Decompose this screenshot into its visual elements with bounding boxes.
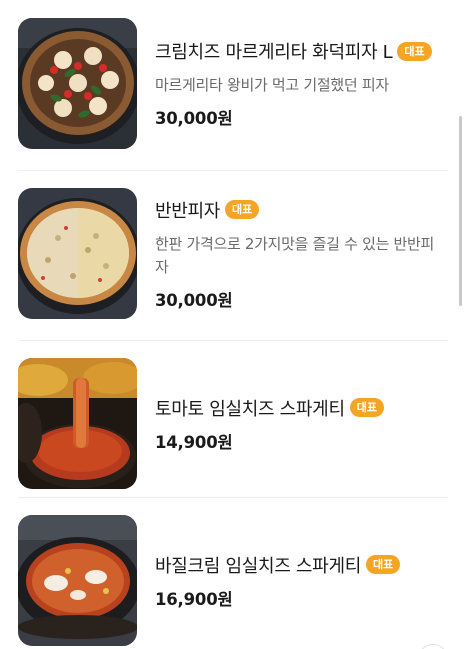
signature-badge: 대표 (397, 41, 432, 61)
menu-item-info: 토마토 임실치즈 스파게티 대표 14,900원 (155, 395, 445, 453)
menu-item-price: 14,900원 (155, 432, 233, 452)
divider (18, 170, 448, 171)
menu-item[interactable]: 반반피자 대표 한판 가격으로 2가지맛을 즐길 수 있는 반반피자 30,00… (0, 188, 466, 319)
menu-item-image (18, 515, 137, 646)
menu-item-name: 크림치즈 마르게리타 화덕피자 L (155, 42, 393, 63)
menu-item[interactable]: 크림치즈 마르게리타 화덕피자 L 대표 마르게리타 왕비가 먹고 기절했던 피… (0, 18, 466, 149)
menu-item-name: 반반피자 (155, 200, 221, 222)
menu-item-image (18, 188, 137, 319)
menu-item-name: 토마토 임실치즈 스파게티 (155, 398, 345, 420)
signature-badge: 대표 (365, 555, 401, 574)
menu-item-description: 마르게리타 왕비가 먹고 기절했던 피자 (155, 76, 389, 94)
menu-item-price: 30,000원 (155, 290, 233, 310)
menu-item-name-row: 크림치즈 마르게리타 화덕피자 L 대표 (155, 38, 445, 64)
menu-item-name-row: 토마토 임실치즈 스파게티 대표 (155, 395, 445, 421)
menu-item-info: 반반피자 대표 한판 가격으로 2가지맛을 즐길 수 있는 반반피자 30,00… (155, 197, 445, 311)
signature-badge: 대표 (349, 398, 384, 417)
menu-item-name-row: 바질크림 임실치즈 스파게티 대표 (155, 552, 445, 578)
menu-item-price: 16,900원 (155, 589, 233, 609)
menu-item-price: 30,000원 (155, 109, 233, 128)
menu-item-name: 바질크림 임실치즈 스파게티 (155, 555, 361, 577)
menu-item-image (18, 18, 137, 149)
divider (18, 497, 448, 498)
menu-item-info: 바질크림 임실치즈 스파게티 대표 16,900원 (155, 552, 445, 610)
menu-item-name-row: 반반피자 대표 (155, 197, 445, 223)
menu-item-description: 한판 가격으로 2가지맛을 즐길 수 있는 반반피자 (155, 234, 435, 276)
signature-badge: 대표 (225, 200, 260, 219)
divider (18, 340, 448, 341)
scrollbar[interactable] (459, 116, 462, 306)
menu-list: 크림치즈 마르게리타 화덕피자 L 대표 마르게리타 왕비가 먹고 기절했던 피… (0, 0, 466, 649)
menu-item[interactable]: 바질크림 임실치즈 스파게티 대표 16,900원 (0, 515, 466, 646)
menu-item-image (18, 358, 137, 489)
menu-item[interactable]: 토마토 임실치즈 스파게티 대표 14,900원 (0, 358, 466, 489)
menu-item-info: 크림치즈 마르게리타 화덕피자 L 대표 마르게리타 왕비가 먹고 기절했던 피… (155, 38, 445, 129)
